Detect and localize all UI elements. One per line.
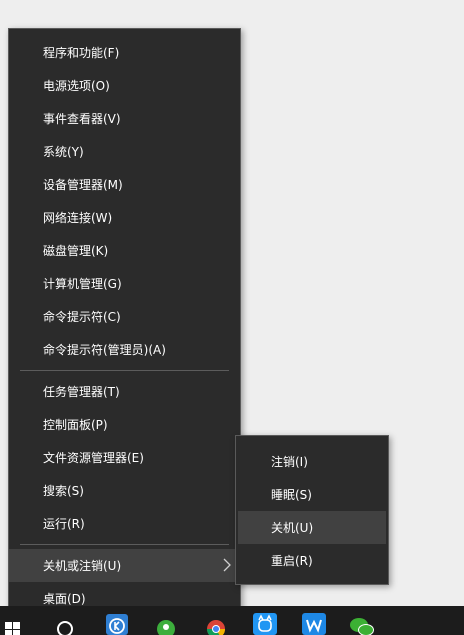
submenu-item-label: 睡眠(S) bbox=[271, 488, 312, 502]
menu-item-label: 关机或注销(U) bbox=[43, 559, 122, 573]
menu-item-label: 网络连接(W) bbox=[43, 211, 113, 225]
menu-item-command-prompt-admin[interactable]: 命令提示符(管理员)(A) bbox=[9, 333, 240, 366]
menu-item-label: 事件查看器(V) bbox=[43, 112, 121, 126]
cat-app-icon[interactable] bbox=[252, 612, 278, 635]
menu-item-label: 磁盘管理(K) bbox=[43, 244, 109, 258]
green-app-icon[interactable] bbox=[153, 612, 179, 635]
menu-item-command-prompt[interactable]: 命令提示符(C) bbox=[9, 300, 240, 333]
shutdown-submenu: 注销(I) 睡眠(S) 关机(U) 重启(R) bbox=[235, 435, 389, 585]
menu-item-file-explorer[interactable]: 文件资源管理器(E) bbox=[9, 441, 240, 474]
submenu-item-shut-down[interactable]: 关机(U) bbox=[238, 511, 386, 544]
chrome-icon[interactable] bbox=[203, 612, 229, 635]
menu-item-label: 命令提示符(C) bbox=[43, 310, 121, 324]
menu-item-device-manager[interactable]: 设备管理器(M) bbox=[9, 168, 240, 201]
menu-item-label: 运行(R) bbox=[43, 517, 85, 531]
menu-item-label: 控制面板(P) bbox=[43, 418, 108, 432]
menu-item-control-panel[interactable]: 控制面板(P) bbox=[9, 408, 240, 441]
submenu-item-label: 注销(I) bbox=[271, 455, 308, 469]
menu-item-event-viewer[interactable]: 事件查看器(V) bbox=[9, 102, 240, 135]
winx-context-menu: 程序和功能(F) 电源选项(O) 事件查看器(V) 系统(Y) 设备管理器(M)… bbox=[8, 28, 241, 623]
menu-item-task-manager[interactable]: 任务管理器(T) bbox=[9, 375, 240, 408]
windows-start-icon[interactable] bbox=[0, 612, 28, 635]
chevron-right-icon bbox=[223, 558, 231, 572]
menu-item-disk-management[interactable]: 磁盘管理(K) bbox=[9, 234, 240, 267]
menu-item-computer-management[interactable]: 计算机管理(G) bbox=[9, 267, 240, 300]
menu-separator bbox=[20, 544, 229, 545]
menu-item-label: 文件资源管理器(E) bbox=[43, 451, 144, 465]
menu-item-shutdown-signout[interactable]: 关机或注销(U) bbox=[9, 549, 240, 582]
menu-item-label: 电源选项(O) bbox=[43, 79, 110, 93]
wps-w-icon[interactable] bbox=[301, 612, 327, 635]
submenu-item-restart[interactable]: 重启(R) bbox=[238, 544, 386, 577]
submenu-item-label: 重启(R) bbox=[271, 554, 313, 568]
menu-item-system[interactable]: 系统(Y) bbox=[9, 135, 240, 168]
menu-item-label: 系统(Y) bbox=[43, 145, 84, 159]
taskbar bbox=[0, 606, 464, 635]
submenu-item-sign-out[interactable]: 注销(I) bbox=[238, 445, 386, 478]
menu-separator bbox=[20, 370, 229, 371]
wechat-icon[interactable] bbox=[347, 612, 377, 635]
menu-item-label: 桌面(D) bbox=[43, 592, 86, 606]
cortana-circle-icon[interactable] bbox=[52, 612, 78, 635]
submenu-item-sleep[interactable]: 睡眠(S) bbox=[238, 478, 386, 511]
menu-item-label: 任务管理器(T) bbox=[43, 385, 120, 399]
menu-item-network-connections[interactable]: 网络连接(W) bbox=[9, 201, 240, 234]
menu-item-run[interactable]: 运行(R) bbox=[9, 507, 240, 540]
menu-item-label: 命令提示符(管理员)(A) bbox=[43, 343, 166, 357]
app-k-icon[interactable] bbox=[104, 612, 130, 635]
menu-item-label: 搜索(S) bbox=[43, 484, 84, 498]
menu-item-programs-features[interactable]: 程序和功能(F) bbox=[9, 36, 240, 69]
submenu-item-label: 关机(U) bbox=[271, 521, 314, 535]
menu-item-label: 计算机管理(G) bbox=[43, 277, 122, 291]
menu-item-search[interactable]: 搜索(S) bbox=[9, 474, 240, 507]
menu-item-power-options[interactable]: 电源选项(O) bbox=[9, 69, 240, 102]
menu-item-label: 设备管理器(M) bbox=[43, 178, 123, 192]
menu-item-label: 程序和功能(F) bbox=[43, 46, 120, 60]
